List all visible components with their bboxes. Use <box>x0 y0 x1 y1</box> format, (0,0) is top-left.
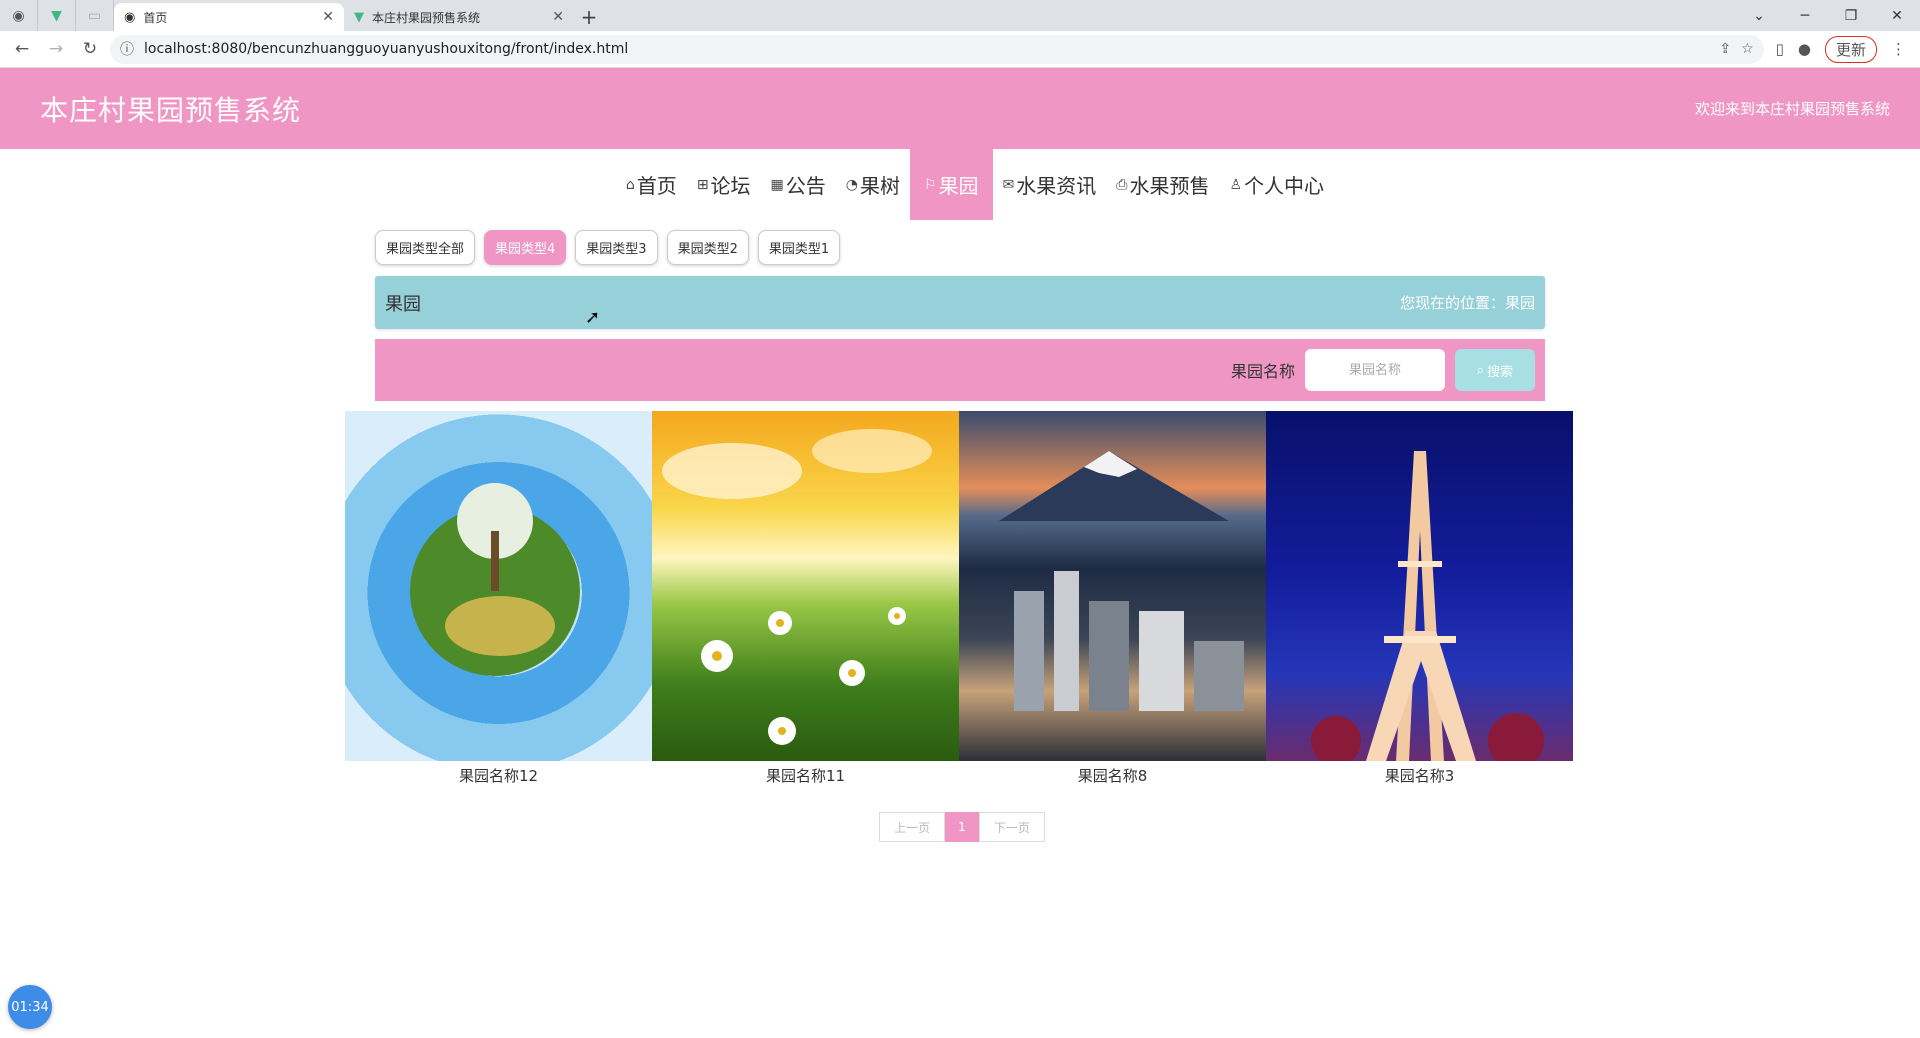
category-all-button[interactable]: 果园类型全部 <box>375 230 476 265</box>
category-type1-button[interactable]: 果园类型1 <box>757 230 841 265</box>
orchard-image[interactable] <box>345 411 652 761</box>
tab-search-icon[interactable]: ⌄ <box>1736 0 1782 31</box>
site-header: 本庄村果园预售系统 欢迎来到本庄村果园预售系统 <box>0 68 1920 149</box>
nav-item-news[interactable]: ✉ 水果资讯 <box>993 149 1107 220</box>
category-filters: 果园类型全部 果园类型4 果园类型3 果园类型2 果园类型1 <box>360 220 1560 266</box>
pinned-tab-github[interactable]: ◉ <box>0 0 38 31</box>
print-icon: ⎙ <box>1116 176 1128 193</box>
vue-icon: ▼ <box>354 9 364 25</box>
user-icon: ♙ <box>1229 176 1243 193</box>
close-icon[interactable]: ✕ <box>322 9 334 25</box>
nav-item-home[interactable]: ⌂ 首页 <box>616 149 687 220</box>
nav-item-tree[interactable]: ◔ 果树 <box>836 149 910 220</box>
toolbar-extras: ▯ ● 更新 ⋮ <box>1770 35 1912 63</box>
tab-title: 首页 <box>143 10 168 25</box>
forward-button[interactable]: → <box>42 35 70 63</box>
globe-icon: ◉ <box>124 9 136 25</box>
nav-item-orchard[interactable]: ⚐ 果园 <box>910 149 993 220</box>
back-button[interactable]: ← <box>8 35 36 63</box>
new-tab-button[interactable]: + <box>574 3 604 31</box>
search-bar: 果园名称 ⌕ 搜索 <box>375 339 1545 401</box>
tree-icon: ◔ <box>845 176 858 193</box>
notice-icon: ▦ <box>770 176 784 193</box>
restore-icon[interactable]: ❐ <box>1828 0 1874 31</box>
welcome-text: 欢迎来到本庄村果园预售系统 <box>1694 100 1890 118</box>
nav-label: 果园 <box>938 174 979 198</box>
reload-button[interactable]: ↻ <box>76 35 104 63</box>
address-bar[interactable]: ⓘ localhost:8080/bencunzhuangguoyuanyush… <box>110 34 1764 64</box>
star-icon[interactable]: ☆ <box>1741 41 1754 57</box>
nav-label: 果树 <box>860 174 900 198</box>
flag-icon: ⚐ <box>924 176 937 193</box>
orchard-image[interactable] <box>1266 411 1573 761</box>
page-number[interactable]: 1 <box>945 812 979 842</box>
orchard-card[interactable]: 果园名称8 <box>959 411 1266 786</box>
location-text: 您现在的位置：果园 <box>1399 294 1535 312</box>
info-icon[interactable]: ⓘ <box>120 39 134 59</box>
search-button-label: 搜索 <box>1487 363 1514 379</box>
tab-title: 本庄村果园预售系统 <box>372 10 481 25</box>
browser-toolbar: ← → ↻ ⓘ localhost:8080/bencunzhuangguoyu… <box>0 31 1920 68</box>
side-panel-icon[interactable]: ▯ <box>1776 40 1784 58</box>
orchard-name[interactable]: 果园名称11 <box>652 761 959 786</box>
pinned-tab-blank[interactable]: ▭ <box>76 0 114 31</box>
browser-tab-home[interactable]: ◉ 首页 ✕ <box>114 3 344 31</box>
orchard-image[interactable] <box>652 411 959 761</box>
main-nav: ⌂ 首页 ⊞ 论坛 ▦ 公告 ◔ 果树 ⚐ 果园 ✉ 水果资讯 ⎙ 水果预售 ♙ 个人中心 <box>0 149 1920 220</box>
window-controls: ⌄ ─ ❐ ✕ <box>1736 0 1920 31</box>
search-label: 果园名称 <box>1230 362 1295 381</box>
orchard-image[interactable] <box>959 411 1266 761</box>
orchard-card[interactable]: 果园名称11 <box>652 411 959 786</box>
nav-item-forum[interactable]: ⊞ 论坛 <box>687 149 761 220</box>
nav-label: 水果预售 <box>1129 174 1210 198</box>
share-icon[interactable]: ⇪ <box>1719 41 1731 57</box>
nav-label: 公告 <box>785 174 826 198</box>
search-button[interactable]: ⌕ 搜索 <box>1455 349 1535 391</box>
url-text[interactable]: localhost:8080/bencunzhuangguoyuanyushou… <box>144 41 1709 57</box>
nav-item-profile[interactable]: ♙ 个人中心 <box>1220 149 1335 220</box>
nav-label: 个人中心 <box>1244 174 1325 198</box>
nav-item-presale[interactable]: ⎙ 水果预售 <box>1106 149 1219 220</box>
orchard-card[interactable]: 果园名称3 <box>1266 411 1573 786</box>
orchard-grid: 果园名称12 果园名称11 果园名称8 果园名称3 <box>345 411 1575 786</box>
nav-label: 论坛 <box>710 174 751 198</box>
search-icon: ⌕ <box>1476 362 1485 377</box>
mouse-cursor-icon: ➚ <box>585 307 601 328</box>
github-icon: ◉ <box>12 7 25 24</box>
nav-label: 水果资讯 <box>1016 174 1097 198</box>
close-window-icon[interactable]: ✕ <box>1874 0 1920 31</box>
blank-page-icon: ▭ <box>87 7 102 24</box>
orchard-name[interactable]: 果园名称8 <box>959 761 1266 786</box>
recording-timer[interactable]: 01:34 <box>8 985 52 1029</box>
pinned-tab-vue[interactable]: ▼ <box>38 0 76 31</box>
category-type3-button[interactable]: 果园类型3 <box>575 230 658 265</box>
menu-icon[interactable]: ⋮ <box>1891 40 1906 58</box>
pagination: 上一页 1 下一页 <box>360 812 1560 842</box>
browser-tab-bar: ◉ ▼ ▭ ◉ 首页 ✕ ▼ 本庄村果园预售系统 ✕ + ⌄ ─ ❐ ✕ <box>0 0 1920 31</box>
category-type2-button[interactable]: 果园类型2 <box>666 230 749 265</box>
forum-icon: ⊞ <box>696 176 709 193</box>
next-page-button[interactable]: 下一页 <box>978 812 1045 842</box>
browser-tab-system[interactable]: ▼ 本庄村果园预售系统 ✕ <box>344 3 574 31</box>
orchard-name-input[interactable] <box>1305 349 1445 391</box>
content: 果园类型全部 果园类型4 果园类型3 果园类型2 果园类型1 果园 您现在的位置… <box>345 220 1573 842</box>
page-title: 果园 <box>385 293 421 315</box>
prev-page-button[interactable]: 上一页 <box>879 812 946 842</box>
update-button[interactable]: 更新 <box>1824 35 1877 63</box>
category-type4-button[interactable]: 果园类型4 <box>484 230 567 265</box>
nav-item-notice[interactable]: ▦ 公告 <box>761 149 836 220</box>
orchard-card[interactable]: 果园名称12 <box>345 411 652 786</box>
close-icon[interactable]: ✕ <box>552 9 564 25</box>
vue-icon: ▼ <box>51 7 62 24</box>
orchard-name[interactable]: 果园名称3 <box>1266 761 1573 786</box>
home-icon: ⌂ <box>625 176 635 193</box>
profile-icon[interactable]: ● <box>1798 40 1811 58</box>
nav-label: 首页 <box>636 174 677 198</box>
minimize-icon[interactable]: ─ <box>1782 0 1828 31</box>
breadcrumb: 果园 您现在的位置：果园 <box>375 276 1545 329</box>
orchard-name[interactable]: 果园名称12 <box>345 761 652 786</box>
site-title: 本庄村果园预售系统 <box>40 93 302 127</box>
mail-icon: ✉ <box>1002 176 1015 193</box>
